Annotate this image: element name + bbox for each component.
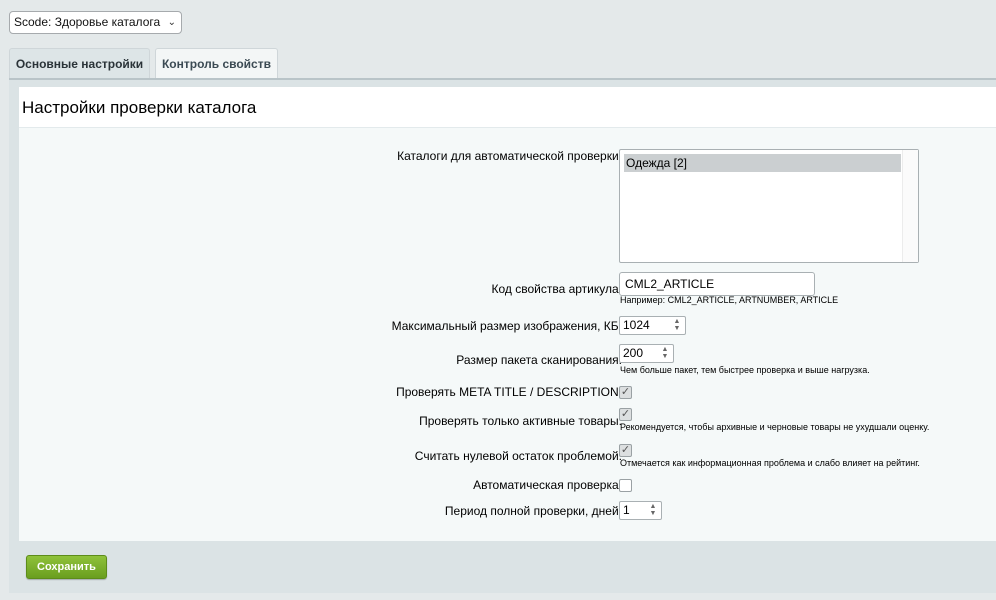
zero-stock-hint: Отмечается как информационная проблема и… [620, 458, 920, 468]
spinner-icon[interactable]: ▲ ▼ [647, 503, 659, 518]
active-only-hint: Рекомендуется, чтобы архивные и черновые… [620, 422, 930, 432]
listbox-scrollbar[interactable] [902, 150, 918, 262]
max-image-size-label: Максимальный размер изображения, КБ: [391, 319, 622, 333]
max-image-size-input[interactable]: 1024 ▲ ▼ [619, 316, 686, 335]
tab-property-control[interactable]: Контроль свойств [155, 48, 278, 78]
site-select-value: Scode: Здоровье каталога [14, 15, 161, 29]
full-period-label: Период полной проверки, дней: [444, 504, 622, 518]
auto-check-checkbox[interactable] [619, 479, 632, 492]
scan-batch-input[interactable]: 200 ▲ ▼ [619, 344, 674, 363]
checkmark-icon: ✓ [620, 444, 631, 456]
catalog-option[interactable]: Одежда [2] [624, 154, 901, 172]
checkmark-icon: ✓ [620, 408, 631, 420]
active-only-checkbox[interactable]: ✓ [619, 408, 632, 421]
article-code-label: Код свойства артикула: [491, 282, 622, 296]
article-code-input[interactable]: CML2_ARTICLE [619, 272, 815, 296]
check-meta-checkbox[interactable]: ✓ [619, 386, 632, 399]
max-image-size-value: 1024 [623, 318, 650, 332]
chevron-down-icon: ⌄ [167, 17, 176, 28]
tab-main-settings[interactable]: Основные настройки [9, 48, 150, 80]
catalogs-label: Каталоги для автоматической проверки: [397, 149, 622, 163]
checkmark-icon: ✓ [620, 386, 631, 398]
check-meta-label: Проверять META TITLE / DESCRIPTION: [396, 385, 622, 399]
site-select[interactable]: Scode: Здоровье каталога ⌄ [9, 11, 182, 34]
panel-header: Настройки проверки каталога [19, 87, 996, 127]
spinner-icon[interactable]: ▲ ▼ [671, 318, 683, 333]
zero-stock-label: Считать нулевой остаток проблемой: [414, 449, 622, 463]
article-code-hint: Например: CML2_ARTICLE, ARTNUMBER, ARTIC… [620, 295, 839, 305]
save-button[interactable]: Сохранить [26, 555, 107, 579]
page-title: Настройки проверки каталога [22, 98, 257, 117]
settings-panel: Настройки проверки каталога Каталоги для… [9, 78, 996, 593]
scan-batch-label: Размер пакета сканирования: [456, 353, 622, 367]
scan-batch-hint: Чем больше пакет, тем быстрее проверка и… [620, 365, 870, 375]
active-only-label: Проверять только активные товары: [419, 414, 622, 428]
catalogs-listbox[interactable]: Одежда [2] [619, 149, 919, 263]
scan-batch-value: 200 [623, 346, 644, 360]
settings-form: Каталоги для автоматической проверки: Од… [19, 127, 996, 541]
auto-check-label: Автоматическая проверка: [473, 478, 622, 492]
spinner-icon[interactable]: ▲ ▼ [659, 346, 671, 361]
full-period-input[interactable]: 1 ▲ ▼ [619, 501, 662, 520]
zero-stock-checkbox[interactable]: ✓ [619, 444, 632, 457]
full-period-value: 1 [623, 503, 630, 517]
